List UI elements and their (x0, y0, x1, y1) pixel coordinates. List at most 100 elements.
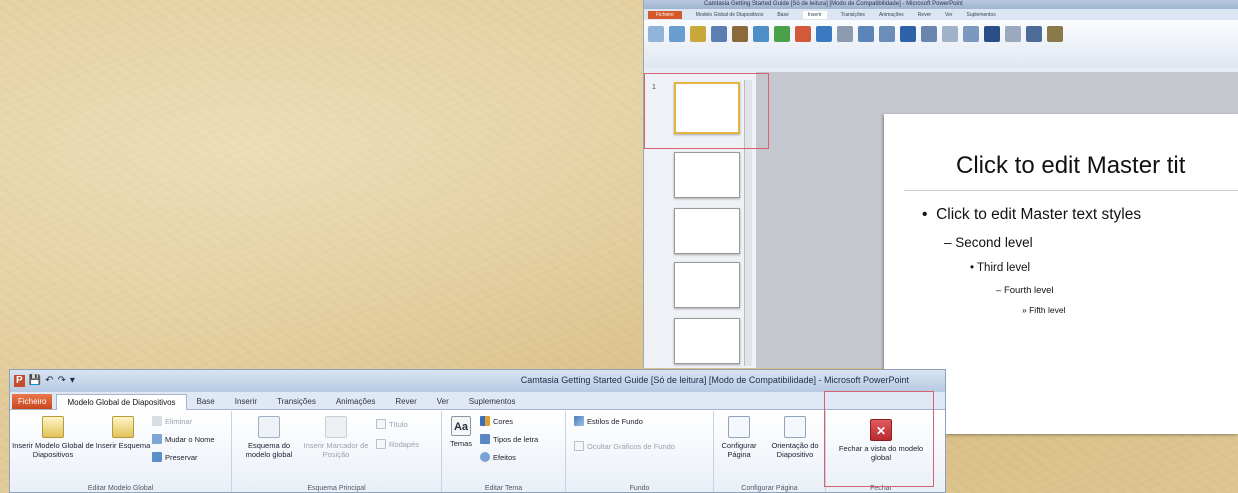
insert-placeholder-label: Inserir Marcador de Posição (303, 441, 369, 459)
delete-button[interactable]: Eliminar (152, 416, 192, 426)
level-5-text: Fifth level (1029, 305, 1066, 315)
title-checkbox[interactable]: Título (376, 419, 408, 429)
preserve-label: Preservar (165, 452, 198, 462)
top-tab-transitions[interactable]: Transições (841, 12, 865, 18)
textbox-icon[interactable] (858, 26, 874, 42)
delete-label: Eliminar (165, 416, 193, 426)
insert-layout-icon (112, 416, 134, 438)
group-master-layout: Esquema do modelo global Inserir Marcado… (232, 411, 442, 492)
bottom-screenshot: P 💾 ↶ ↷ ▾ Camtasia Getting Started Guide… (9, 369, 946, 493)
top-tab-addins[interactable]: Suplementos (967, 12, 996, 18)
hyperlink-icon[interactable] (816, 26, 832, 42)
level-1[interactable]: • Click to edit Master text styles (922, 206, 1141, 224)
insert-placeholder-button[interactable]: Inserir Marcador de Posição (300, 416, 372, 459)
insert-master-button[interactable]: Inserir Modelo Global de Diapositivos (12, 416, 94, 459)
background-styles-button[interactable]: Estilos de Fundo (574, 416, 643, 426)
shapes-icon[interactable] (753, 26, 769, 42)
tab-base[interactable]: Base (187, 394, 225, 409)
effects-label: Efeitos (493, 452, 516, 462)
effects-button[interactable]: Efeitos (480, 452, 516, 462)
insert-placeholder-icon (325, 416, 347, 438)
level-5[interactable]: » Fifth level (1022, 305, 1065, 315)
title-divider (904, 190, 1238, 191)
bottom-tab-row: Ficheiro Modelo Global de Diapositivos B… (10, 392, 945, 410)
fonts-button[interactable]: Tipos de letra (480, 434, 538, 444)
layout-thumbnail[interactable] (674, 262, 740, 308)
audio-icon[interactable] (1047, 26, 1063, 42)
top-tab-animations[interactable]: Animações (879, 12, 904, 18)
slide-title[interactable]: Click to edit Master tit (956, 152, 1185, 180)
preserve-button[interactable]: Preservar (152, 452, 198, 462)
tab-addins[interactable]: Suplementos (459, 394, 526, 409)
level-3[interactable]: • Third level (970, 262, 1030, 274)
group-edit-theme: Aa Temas Cores Tipos de letra Efeitos Ed… (442, 411, 566, 492)
colors-button[interactable]: Cores (480, 416, 513, 426)
themes-button[interactable]: Aa Temas (446, 416, 476, 448)
tab-file[interactable]: Ficheiro (12, 394, 53, 409)
chart-icon[interactable] (795, 26, 811, 42)
tab-transitions[interactable]: Transições (267, 394, 326, 409)
bottom-window-title: Camtasia Getting Started Guide [Só de le… (520, 375, 909, 385)
slide-number-icon[interactable] (942, 26, 958, 42)
group-background: Estilos de Fundo Ocultar Gráficos de Fun… (566, 411, 714, 492)
symbol-icon[interactable] (1005, 26, 1021, 42)
insert-master-label: Inserir Modelo Global de Diapositivos (12, 441, 94, 459)
save-icon[interactable]: 💾 (29, 375, 41, 387)
master-highlight-box (644, 73, 769, 149)
layout-thumbnail[interactable] (674, 318, 740, 364)
rename-button[interactable]: Mudar o Nome (152, 434, 215, 444)
top-tab-view[interactable]: Ver (945, 12, 953, 18)
layout-thumbnail[interactable] (674, 152, 740, 198)
effects-icon (480, 452, 490, 462)
top-tab-base[interactable]: Base (777, 12, 788, 18)
level-4[interactable]: – Fourth level (996, 285, 1054, 296)
image-icon[interactable] (669, 26, 685, 42)
album-icon[interactable] (732, 26, 748, 42)
table-icon[interactable] (648, 26, 664, 42)
wordart-icon[interactable] (900, 26, 916, 42)
screenshot-icon[interactable] (711, 26, 727, 42)
undo-icon[interactable]: ↶ (45, 375, 53, 387)
colors-icon (480, 416, 490, 426)
equation-icon[interactable] (984, 26, 1000, 42)
colors-label: Cores (493, 416, 514, 426)
layout-thumbnail[interactable] (674, 208, 740, 254)
tab-review[interactable]: Rever (385, 394, 426, 409)
master-layout-icon (258, 416, 280, 438)
insert-layout-button[interactable]: Inserir Esquema (94, 416, 152, 450)
tab-view[interactable]: Ver (427, 394, 459, 409)
top-tab-review[interactable]: Rever (918, 12, 931, 18)
redo-icon[interactable]: ↷ (58, 375, 66, 387)
datetime-icon[interactable] (921, 26, 937, 42)
hide-background-checkbox[interactable]: Ocultar Gráficos de Fundo (574, 441, 675, 451)
level-2[interactable]: – Second level (944, 235, 1033, 250)
group-label-master-layout: Esquema Principal (307, 485, 366, 492)
delete-icon (152, 416, 162, 426)
video-icon[interactable] (1026, 26, 1042, 42)
level-4-text: Fourth level (1003, 285, 1054, 296)
top-tab-master[interactable]: Modelo Global de Diapositivos (696, 12, 764, 18)
page-setup-button[interactable]: Configurar Página (714, 416, 764, 459)
tab-slide-master[interactable]: Modelo Global de Diapositivos (56, 394, 187, 410)
customize-qat-icon[interactable]: ▾ (70, 375, 75, 387)
orientation-button[interactable]: Orientação do Diapositivo (764, 416, 826, 459)
footers-checkbox[interactable]: Rodapés (376, 439, 419, 449)
powerpoint-logo-icon: P (14, 375, 25, 387)
tab-animations[interactable]: Animações (326, 394, 386, 409)
top-tab-file[interactable]: Ficheiro (648, 10, 682, 19)
top-tab-insert[interactable]: Inserir (802, 10, 827, 19)
clipart-icon[interactable] (690, 26, 706, 42)
fonts-label: Tipos de letra (493, 434, 539, 444)
preserve-icon (152, 452, 162, 462)
hide-background-label: Ocultar Gráficos de Fundo (587, 441, 675, 451)
bullet-2: – (944, 235, 952, 250)
action-icon[interactable] (837, 26, 853, 42)
page-setup-icon (728, 416, 750, 438)
smartart-icon[interactable] (774, 26, 790, 42)
slide-master-ribbon: Inserir Modelo Global de Diapositivos In… (10, 411, 945, 492)
header-footer-icon[interactable] (879, 26, 895, 42)
object-icon[interactable] (963, 26, 979, 42)
master-layout-button[interactable]: Esquema do modelo global (238, 416, 300, 459)
bullet-4: – (996, 285, 1002, 296)
tab-insert[interactable]: Inserir (225, 394, 267, 409)
